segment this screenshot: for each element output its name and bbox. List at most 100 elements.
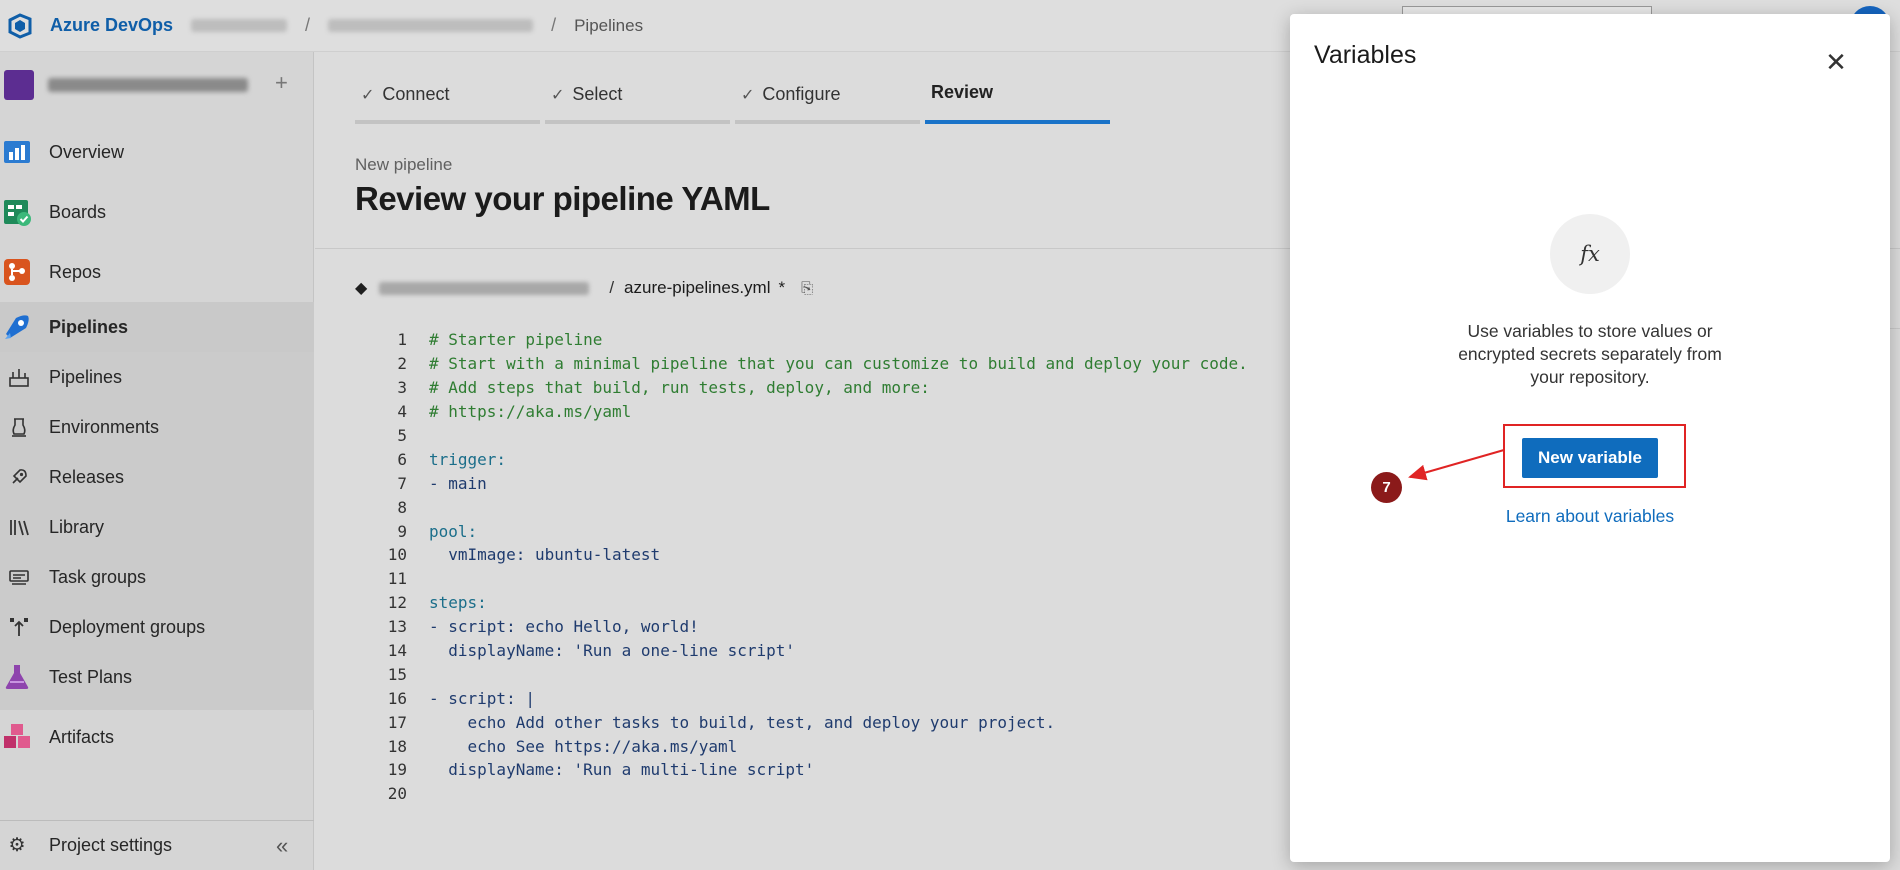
repo-name[interactable] — [379, 281, 590, 295]
close-icon[interactable]: ✕ — [1818, 44, 1854, 80]
panel-title: Variables — [1314, 41, 1417, 69]
test-plans-icon — [2, 662, 32, 692]
wizard-step-configure[interactable]: ✓ Configure — [735, 70, 920, 124]
step-label: Connect — [382, 84, 450, 104]
line-number: 12 — [387, 593, 407, 613]
sidebar-item-label: Artifacts — [49, 726, 115, 747]
gear-icon: ⚙ — [8, 835, 26, 856]
sidebar-item-environments[interactable]: Environments — [0, 402, 314, 452]
code-text: displayName: 'Run a one-line script' — [429, 641, 796, 661]
code-text: # Add steps that build, run tests, deplo… — [429, 378, 930, 398]
line-number: 7 — [397, 473, 407, 493]
check-icon: ✓ — [551, 86, 565, 104]
code-text: # Start with a minimal pipeline that you… — [429, 354, 1248, 374]
annotation-step-badge: 7 — [1371, 472, 1402, 503]
brand-name: Azure DevOps — [50, 15, 174, 35]
code-text: echo Add other tasks to build, test, and… — [429, 712, 1056, 732]
code-text: displayName: 'Run a multi-line script' — [429, 760, 815, 780]
code-text: # Starter pipeline — [429, 330, 603, 350]
line-number: 13 — [387, 617, 407, 637]
sidebar-item-label: Releases — [49, 466, 125, 487]
panel-description: Use variables to store values or encrypt… — [1458, 321, 1722, 387]
wizard-step-connect[interactable]: ✓ Connect — [355, 70, 540, 124]
line-number: 6 — [397, 449, 407, 469]
sidebar-item-overview[interactable]: Overview — [0, 130, 314, 174]
sidebar-item-releases[interactable]: Releases — [0, 452, 314, 502]
sidebar-item-label: Pipelines — [49, 316, 129, 337]
line-number: 10 — [387, 545, 407, 565]
sidebar-item-artifacts[interactable]: Artifacts — [0, 710, 314, 764]
line-number: 2 — [397, 354, 407, 374]
step-label: Configure — [762, 84, 841, 104]
step-label: Select — [572, 84, 623, 104]
wizard-step-select[interactable]: ✓ Select — [545, 70, 730, 124]
line-number: 9 — [397, 521, 407, 541]
sidebar-item-library[interactable]: Library — [0, 502, 314, 552]
task-groups-icon — [8, 566, 30, 588]
line-number: 18 — [387, 736, 407, 756]
file-name: azure-pipelines.yml — [624, 278, 771, 297]
line-number: 15 — [387, 664, 407, 684]
page-title: Review your pipeline YAML — [355, 180, 770, 217]
code-text: vmImage: ubuntu-latest — [429, 545, 661, 565]
line-number: 3 — [397, 378, 407, 398]
sidebar-item-deployment-groups[interactable]: Deployment groups — [0, 602, 314, 652]
step-bar — [545, 120, 730, 124]
check-icon: ✓ — [741, 86, 755, 104]
sidebar-item-pipelines-sub[interactable]: Pipelines — [0, 352, 314, 402]
code-text: - script: | — [429, 688, 535, 708]
line-number: 17 — [387, 712, 407, 732]
sidebar-item-label: Test Plans — [49, 666, 133, 687]
step-label: Review — [931, 82, 994, 102]
azure-devops-logo-icon — [8, 12, 32, 39]
line-number: 4 — [397, 402, 407, 422]
sidebar-item-label: Overview — [49, 141, 125, 162]
git-repo-icon: ◆ — [355, 280, 368, 297]
step-bar — [355, 120, 540, 124]
new-variable-button[interactable]: New variable — [1522, 438, 1658, 478]
project-settings-label: Project settings — [49, 835, 173, 855]
breadcrumb-separator: / — [551, 15, 557, 35]
breadcrumb-organization[interactable] — [191, 19, 288, 32]
line-number: 1 — [397, 330, 407, 350]
sidebar-item-label: Repos — [49, 261, 102, 282]
line-number: 14 — [387, 641, 407, 661]
sidebar-item-boards[interactable]: Boards — [0, 190, 314, 234]
sidebar-item-label: Deployment groups — [49, 616, 206, 637]
sidebar-item-label: Pipelines — [49, 366, 123, 387]
repos-icon — [2, 257, 32, 287]
brand[interactable]: Azure DevOps — [6, 12, 173, 40]
wizard-step-review[interactable]: Review — [925, 70, 1110, 124]
sidebar: + Overview Boards Repos Pipelines Pipeli… — [0, 52, 314, 870]
project-selector[interactable]: + — [0, 52, 313, 117]
page-subtitle: New pipeline — [355, 155, 453, 174]
line-number: 19 — [387, 760, 407, 780]
breadcrumb-project[interactable] — [328, 19, 534, 32]
project-settings[interactable]: ⚙ Project settings « — [0, 820, 314, 870]
sidebar-item-repos[interactable]: Repos — [0, 250, 314, 294]
file-path: ◆ / azure-pipelines.yml * ⎘ — [355, 278, 813, 298]
sidebar-item-test-plans[interactable]: Test Plans — [0, 650, 314, 704]
project-name — [48, 77, 248, 92]
sidebar-item-task-groups[interactable]: Task groups — [0, 552, 314, 602]
unsaved-indicator: * — [778, 278, 786, 297]
add-icon[interactable]: + — [275, 70, 288, 96]
sidebar-item-label: Boards — [49, 201, 107, 222]
check-icon: ✓ — [361, 86, 375, 104]
environments-icon — [8, 416, 30, 438]
line-number: 11 — [387, 569, 407, 589]
rename-icon[interactable]: ⎘ — [801, 280, 813, 297]
deployment-groups-icon — [8, 616, 30, 638]
code-text: - script: echo Hello, world! — [429, 617, 699, 637]
fx-icon: fx — [1550, 214, 1630, 294]
collapse-sidebar-icon[interactable]: « — [276, 833, 288, 859]
artifacts-icon — [2, 722, 32, 752]
code-text: echo See https://aka.ms/yaml — [429, 736, 738, 756]
pipelines-icon — [2, 312, 32, 342]
learn-about-variables-link[interactable]: Learn about variables — [1290, 506, 1890, 527]
wizard-steps: ✓ Connect ✓ Select ✓ Configure Review — [355, 70, 1115, 124]
code-text: steps: — [429, 593, 487, 613]
sidebar-item-pipelines[interactable]: Pipelines — [0, 302, 314, 352]
step-bar — [735, 120, 920, 124]
breadcrumb-pipelines[interactable]: Pipelines — [574, 16, 643, 36]
